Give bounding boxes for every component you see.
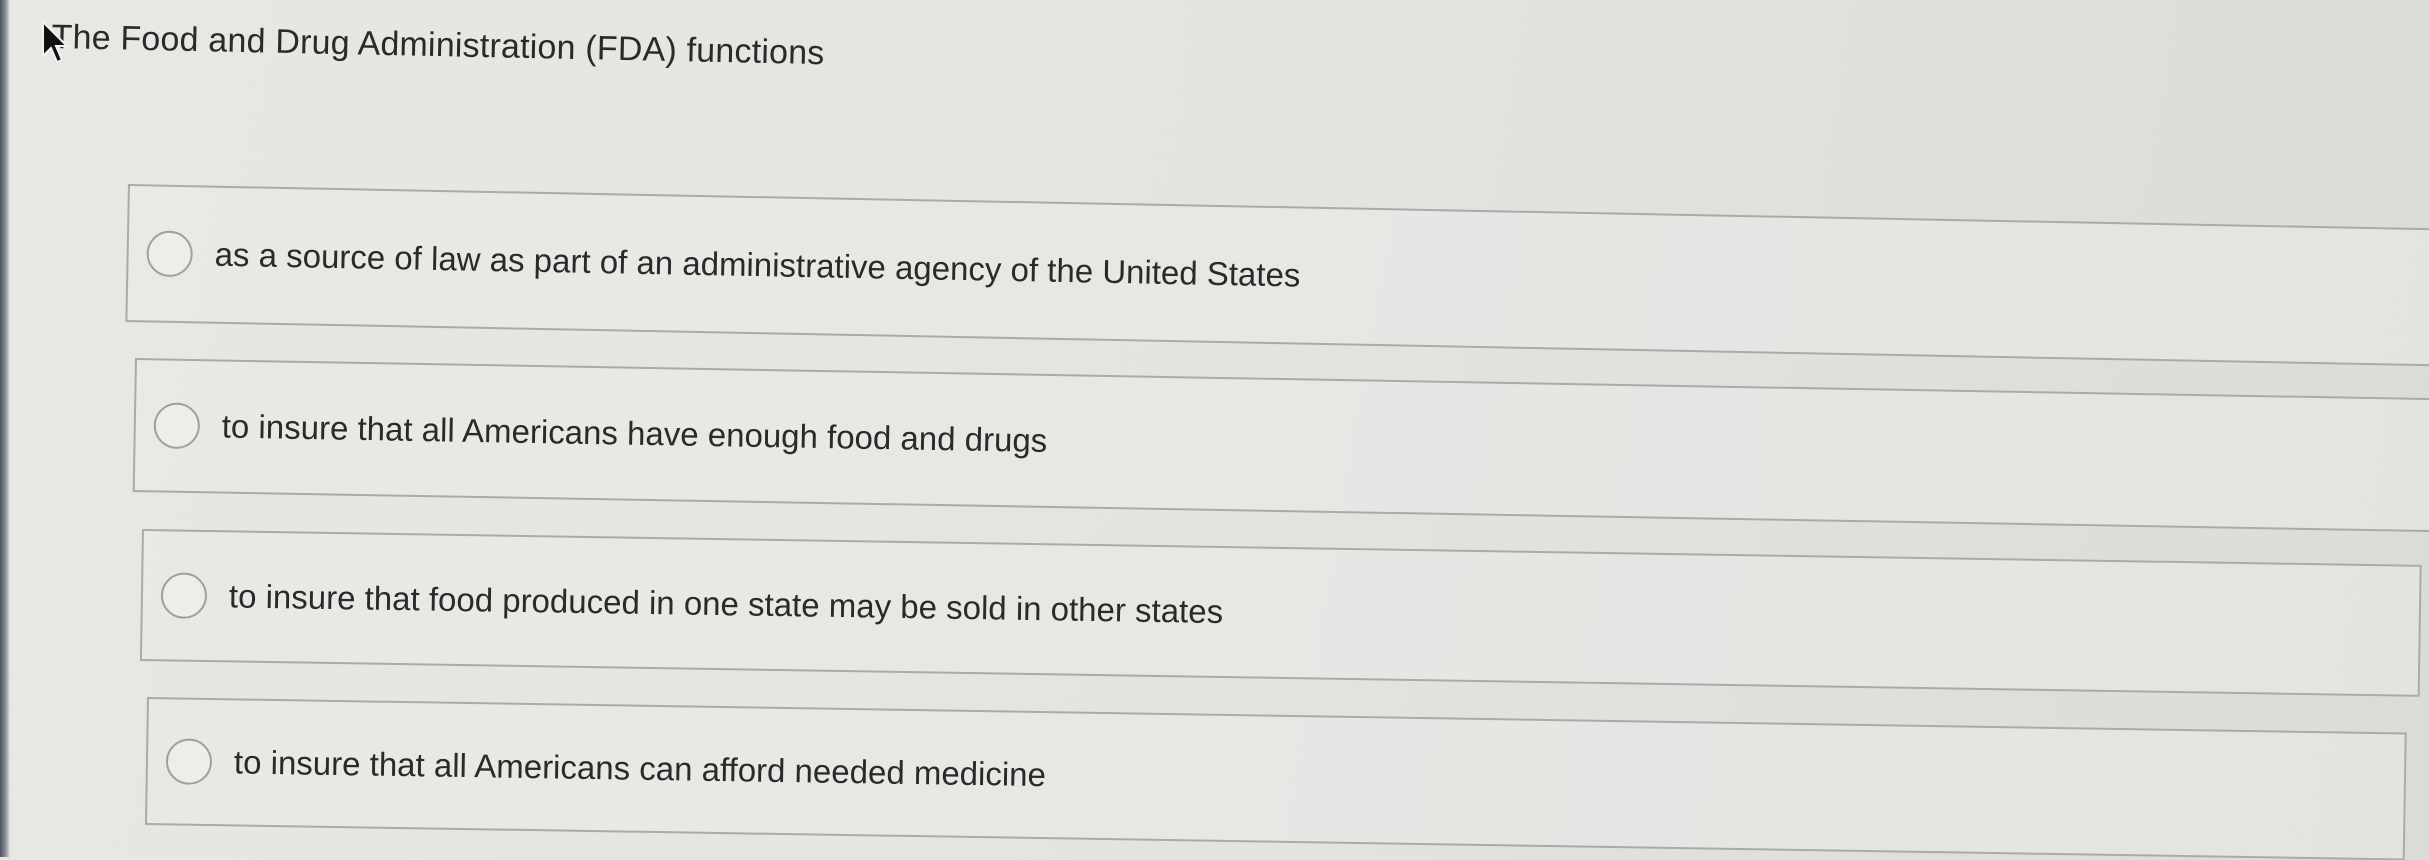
answer-option-label: as a source of law as part of an adminis… <box>214 235 1301 294</box>
answer-option-label: to insure that food produced in one stat… <box>228 577 1224 630</box>
answer-option-1[interactable]: as a source of law as part of an adminis… <box>125 184 2429 367</box>
radio-button-icon[interactable] <box>160 572 208 620</box>
answer-option-3[interactable]: to insure that food produced in one stat… <box>139 529 2422 697</box>
answer-option-label: to insure that all Americans have enough… <box>221 407 1048 459</box>
radio-button-icon[interactable] <box>146 230 194 278</box>
radio-button-icon[interactable] <box>153 402 201 450</box>
answer-option-2[interactable]: to insure that all Americans have enough… <box>132 358 2429 533</box>
answer-option-4[interactable]: to insure that all Americans can afford … <box>144 697 2407 860</box>
answer-options: as a source of law as part of an adminis… <box>0 0 2429 860</box>
answer-option-label: to insure that all Americans can afford … <box>233 743 1047 794</box>
radio-button-icon[interactable] <box>165 738 213 786</box>
